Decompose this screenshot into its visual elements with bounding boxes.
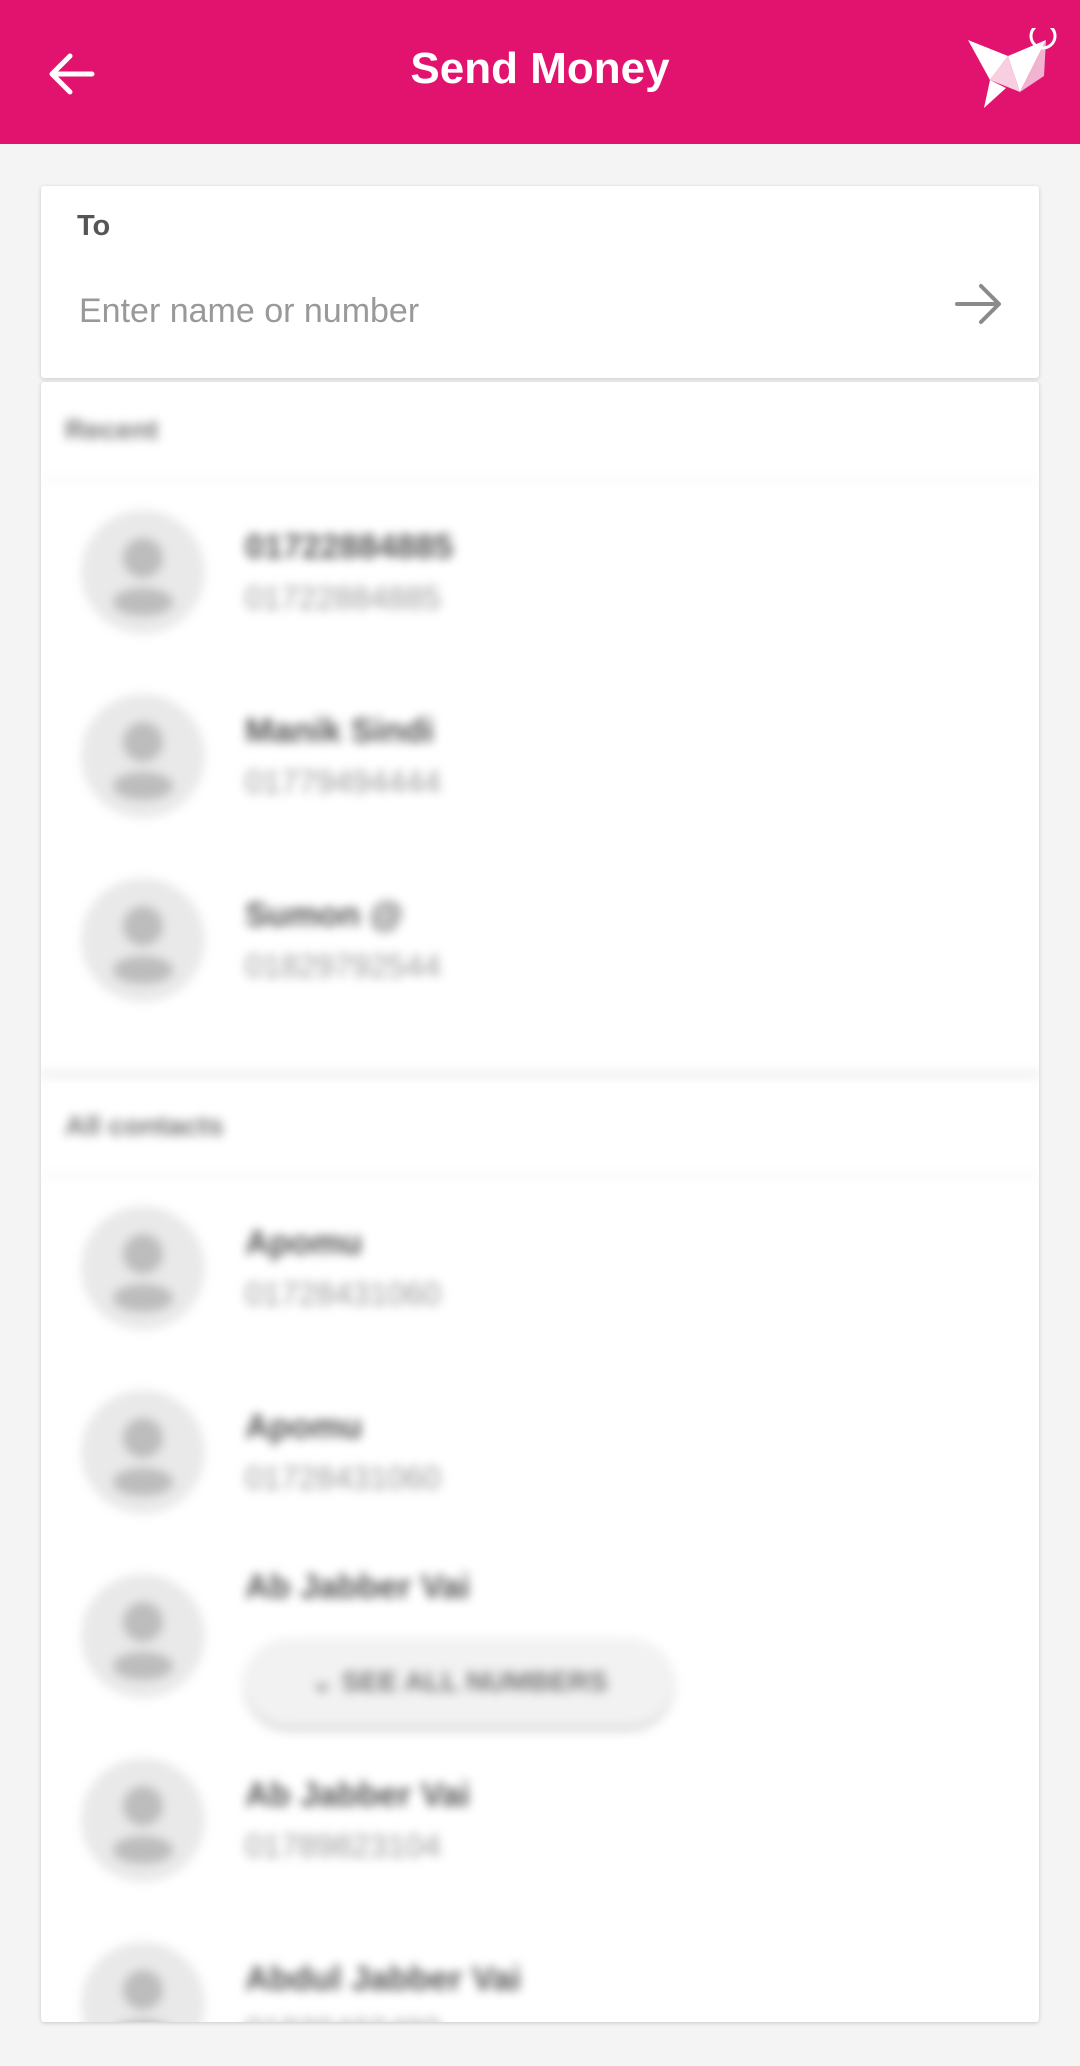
contact-item[interactable]: Apomu 01728431060 [41, 1176, 1039, 1360]
all-contacts-section-header: All contacts [41, 1078, 1039, 1176]
avatar [81, 1942, 205, 2022]
contact-number: 01728431060 [245, 1276, 441, 1312]
avatar [81, 1390, 205, 1514]
proceed-button[interactable] [947, 272, 1011, 336]
avatar [81, 878, 205, 1002]
person-icon [113, 1786, 173, 1864]
contact-name: Ab Jabber Vai [245, 1568, 470, 1606]
contact-name: 01722884885 [245, 528, 454, 566]
avatar [81, 510, 205, 634]
contact-name: Abdul Jabber Vai [245, 1960, 521, 1998]
contact-item[interactable]: 01722884885 01722884885 [41, 480, 1039, 664]
bkash-logo-icon [960, 22, 1070, 118]
section-divider [41, 1070, 1039, 1078]
contact-number: 01789823104 [245, 1828, 441, 1864]
contact-list-content: Recent 01722884885 01722884885 Manik Sin… [41, 382, 1039, 2022]
contact-list: Recent 01722884885 01722884885 Manik Sin… [41, 382, 1039, 2022]
contact-name: Apomu [245, 1408, 363, 1446]
contact-name: Manik Sindi [245, 712, 434, 750]
arrow-right-icon [955, 284, 1001, 324]
person-icon [113, 722, 173, 800]
page-title: Send Money [410, 44, 670, 93]
see-all-numbers-button[interactable]: ⌄ SEE ALL NUMBERS [245, 1638, 673, 1726]
person-icon [113, 1418, 173, 1496]
contact-name: Apomu [245, 1224, 363, 1262]
contact-number: 01728431060 [245, 1460, 441, 1496]
avatar [81, 1206, 205, 1330]
avatar [81, 1574, 205, 1698]
see-all-numbers-label: SEE ALL NUMBERS [341, 1666, 608, 1697]
contact-number: 01829792544 [245, 948, 441, 984]
contact-name: Sumon @ [245, 896, 403, 934]
chevron-down-icon: ⌄ [310, 1666, 342, 1697]
contact-item[interactable]: Sumon @ 01829792544 [41, 848, 1039, 1032]
recent-section-header: Recent [41, 382, 1039, 480]
recipient-search-input[interactable] [77, 282, 941, 340]
person-icon [113, 906, 173, 984]
avatar [81, 694, 205, 818]
to-label: To [77, 210, 111, 242]
contact-number: 01779494444 [245, 764, 441, 800]
contact-item[interactable]: Ab Jabber Vai 01789823104 [41, 1728, 1039, 1912]
avatar [81, 1758, 205, 1882]
person-icon [113, 1602, 173, 1680]
contact-number: 01722884885 [245, 580, 441, 616]
person-icon [113, 538, 173, 616]
person-icon [123, 1970, 163, 2022]
recipient-card: To [41, 186, 1039, 378]
person-icon [113, 1234, 173, 1312]
contact-number: 01820460490 [245, 2012, 441, 2022]
contact-name: Ab Jabber Vai [245, 1776, 470, 1814]
contact-item[interactable]: Ab Jabber Vai ⌄ SEE ALL NUMBERS [41, 1544, 1039, 1728]
app-bar: Send Money [0, 0, 1080, 144]
contact-item[interactable]: Abdul Jabber Vai 01820460490 [41, 1912, 1039, 2022]
contact-item[interactable]: Manik Sindi 01779494444 [41, 664, 1039, 848]
contact-item[interactable]: Apomu 01728431060 [41, 1360, 1039, 1544]
